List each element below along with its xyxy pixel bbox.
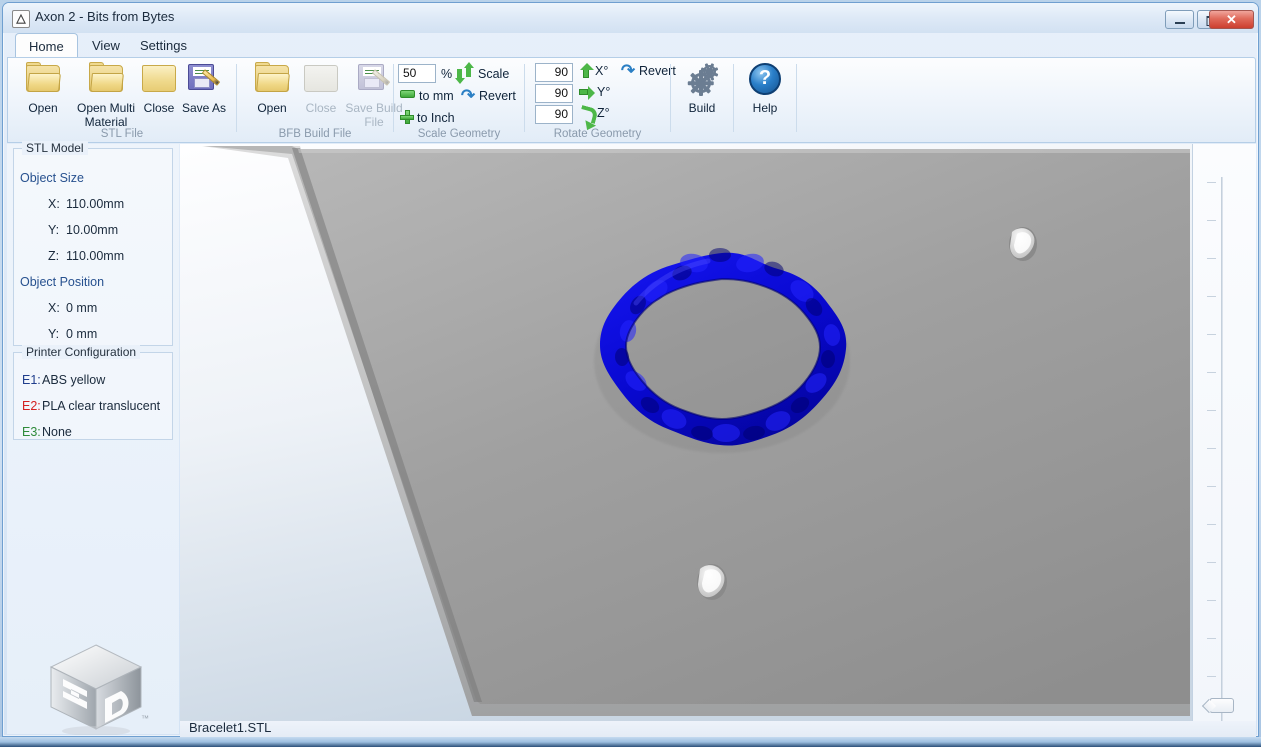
ribbon-group-label-rotate-geometry: Rotate Geometry [553, 128, 642, 140]
group-divider [796, 64, 797, 132]
left-properties-panel: STL Model Object Size X: 110.00mm Y: 10.… [7, 141, 179, 735]
rotate-x-input[interactable]: 90 [535, 63, 573, 82]
rotate-y-label: Y° [597, 85, 611, 99]
to-inch-icon [400, 110, 414, 124]
arrow-right-green-icon [579, 85, 595, 100]
arrow-up-green-icon [579, 63, 594, 78]
object-position-y-value: 0 mm [66, 327, 98, 341]
ribbon-group-bfb-build-file: Open Close Save Build File BFB Build Fil… [237, 58, 403, 142]
scale-revert-button-label[interactable]: Revert [479, 88, 516, 104]
save-disk-icon [173, 61, 235, 99]
scale-updown-icon [454, 62, 474, 84]
revert-arrow-icon: ↶ [620, 61, 636, 80]
object-position-y-axis: Y: [48, 327, 60, 341]
close-icon: ✕ [1226, 12, 1237, 27]
percent-label: % [441, 67, 453, 81]
object-size-y-axis: Y: [48, 223, 60, 237]
ribbon-group-stl-file: Open Open Multi Material Close Save As S… [8, 58, 236, 142]
ribbon-group-rotate-geometry: 90 X° ↶ Revert 90 Y° 90 Z° Rotate Geomet… [525, 58, 676, 142]
ribbon-tab-bar: Home View Settings [3, 33, 1258, 58]
3d-scene [180, 144, 1192, 721]
platform-mounting-hole-rear [1009, 227, 1037, 261]
extruder-1-value: ABS yellow [42, 373, 106, 387]
scale-button-label[interactable]: Scale [478, 66, 509, 82]
arrow-curve-green-icon [578, 105, 599, 124]
help-button[interactable]: ? Help [734, 61, 796, 115]
stl-close-label: Close [143, 101, 175, 115]
stl-open-button[interactable]: Open [12, 61, 74, 115]
object-size-x-axis: X: [48, 197, 60, 211]
os-taskbar [0, 737, 1261, 747]
ribbon-group-label-stl-file: STL File [100, 128, 144, 140]
rotate-x-label: X° [595, 64, 609, 78]
object-size-y-value: 10.00mm [66, 223, 119, 237]
extruder-1-key: E1: [22, 373, 41, 387]
3d-cube-logo-icon [49, 644, 143, 735]
axon-logo-icon: △ [12, 10, 30, 28]
rotate-y-input[interactable]: 90 [535, 84, 573, 103]
scale-percent-input[interactable]: 50 [398, 64, 436, 83]
zoom-slider-panel [1193, 144, 1256, 734]
ribbon-group-label-scale-geometry: Scale Geometry [417, 128, 501, 140]
object-position-x-axis: X: [48, 301, 60, 315]
rotate-z-input[interactable]: 90 [535, 105, 573, 124]
object-position-heading: Object Position [20, 275, 105, 289]
build-label: Build [688, 101, 716, 115]
platform-mounting-hole-front [697, 564, 727, 600]
object-size-x-value: 110.00mm [66, 197, 125, 211]
bfb-close-label: Close [305, 101, 337, 115]
application-window: △ Axon 2 - Bits from Bytes ✕ Home View S… [2, 2, 1259, 737]
gears-icon [671, 61, 733, 99]
object-size-z-axis: Z: [48, 249, 60, 263]
extruder-2-key: E2: [22, 399, 41, 413]
to-inch-button-label[interactable]: to Inch [417, 110, 455, 126]
ribbon-group-build: Build [671, 58, 733, 142]
tab-home[interactable]: Home [15, 33, 78, 58]
trademark-symbol: ™ [141, 714, 149, 723]
stl-open-multi-material-label: Open Multi Material [76, 101, 136, 129]
build-button[interactable]: Build [671, 61, 733, 115]
to-mm-icon [400, 90, 415, 98]
object-size-z-value: 110.00mm [66, 249, 125, 263]
ribbon-group-scale-geometry: 50 % Scale to mm ↶ Revert to Inch Scale … [394, 58, 524, 142]
title-bar: △ Axon 2 - Bits from Bytes ✕ [3, 3, 1258, 33]
ribbon-group-help: ? Help [734, 58, 796, 142]
stl-open-label: Open [28, 101, 58, 115]
stl-save-as-label: Save As [181, 101, 227, 115]
stl-model-group-title: STL Model [22, 141, 88, 155]
revert-arrow-icon: ↶ [460, 86, 476, 105]
stl-model-group: STL Model Object Size X: 110.00mm Y: 10.… [13, 141, 173, 346]
help-question-icon: ? [734, 61, 796, 99]
zoom-slider-handle[interactable] [1210, 698, 1234, 713]
window-title: Axon 2 - Bits from Bytes [35, 9, 175, 24]
help-label: Help [752, 101, 778, 115]
to-mm-button-label[interactable]: to mm [419, 88, 454, 104]
close-button[interactable]: ✕ [1209, 10, 1254, 29]
object-size-heading: Object Size [20, 171, 84, 185]
3d-cube-logo: ™ [41, 639, 151, 735]
tab-view[interactable]: View [79, 34, 133, 57]
ribbon-toolbar: Open Open Multi Material Close Save As S… [7, 57, 1256, 143]
minimize-button[interactable] [1165, 10, 1194, 29]
extruder-3-key: E3: [22, 425, 41, 439]
zoom-slider-track[interactable] [1221, 177, 1223, 722]
printer-configuration-group: Printer Configuration E1: ABS yellow E2:… [13, 345, 173, 440]
extruder-3-value: None [42, 425, 72, 439]
status-bar: Bracelet1.STL [180, 720, 1256, 737]
rotate-z-label: Z° [597, 106, 610, 120]
printer-configuration-title: Printer Configuration [22, 345, 141, 359]
3d-viewport[interactable] [180, 144, 1193, 721]
ribbon-group-label-bfb-build-file: BFB Build File [278, 128, 352, 140]
extruder-2-value: PLA clear translucent [42, 399, 161, 413]
tab-settings[interactable]: Settings [127, 34, 200, 57]
status-filename: Bracelet1.STL [189, 720, 272, 735]
stl-save-as-button[interactable]: Save As [173, 61, 235, 115]
object-position-x-value: 0 mm [66, 301, 98, 315]
open-folder-icon [12, 61, 74, 99]
application-screenshot: △ Axon 2 - Bits from Bytes ✕ Home View S… [0, 0, 1261, 747]
bfb-open-label: Open [257, 101, 287, 115]
